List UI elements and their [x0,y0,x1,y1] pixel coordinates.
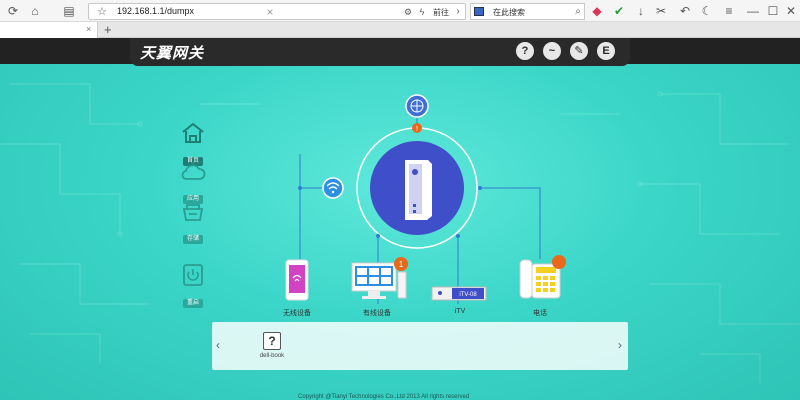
wifi-icon[interactable] [322,177,344,199]
cloud-icon [181,164,206,180]
phone-icon[interactable] [519,255,566,299]
stats-button[interactable]: ~ [543,42,561,60]
link-node-dot [456,234,460,238]
search-icon[interactable]: ⌕ [571,5,585,19]
exit-button[interactable]: E [597,42,615,60]
link-node-dot [478,186,482,190]
settings-button[interactable]: ✎ [570,42,588,60]
help-button[interactable]: ? [516,42,534,60]
home-icon [182,122,204,143]
device-name: dell-book [259,353,285,359]
app-header: 天翼网关 ? ~ ✎ E [0,38,800,66]
chevron-right-icon[interactable]: › [451,5,465,19]
svg-text:1: 1 [399,260,404,269]
compat-icon[interactable]: ⚙ [401,5,415,19]
power-icon [183,264,203,286]
tab-bar: × + [0,22,800,38]
download-icon[interactable]: ↓ [634,4,648,18]
itv-device-icon[interactable]: iTV-08 [431,286,487,301]
shield-icon[interactable]: ✔ [612,4,626,18]
home-nav-icon[interactable]: ⌂ [28,4,42,18]
router-app: 天翼网关 ? ~ ✎ E ! 1 iTV-08 首页 应用 存储 重启 无线设备… [0,38,800,400]
nav-storage-label: 存储 [182,235,203,244]
minimize-icon[interactable]: — [746,4,760,18]
nav-restart-label: 重启 [182,299,203,308]
device-carousel: ‹ ? dell-book › [212,322,628,370]
undo-icon[interactable]: ↶ [678,4,692,18]
clear-icon[interactable]: × [263,5,277,19]
new-tab-button[interactable]: + [104,22,112,37]
link-phone [480,187,541,259]
close-icon[interactable]: ✕ [784,4,798,18]
url-text[interactable]: 192.168.1.1/dumpx [117,6,194,16]
refresh-icon[interactable]: ⟳ [6,4,20,18]
brand-logo: 天翼网关 [140,45,205,62]
search-engine-icon[interactable] [474,7,484,16]
reader-icon[interactable]: ▤ [62,4,76,18]
wireless-device-icon[interactable] [285,259,309,301]
device-item[interactable]: ? dell-book [258,332,286,359]
speed-icon[interactable]: ϟ [415,5,429,19]
unknown-device-icon: ? [263,332,281,350]
nav-apps[interactable]: 应用 [176,162,210,205]
nav-restart[interactable]: 重启 [176,264,210,309]
link-node-dot [376,234,380,238]
wireless-label: 无线设备 [283,310,311,317]
header-bar: 天翼网关 ? ~ ✎ E [130,38,630,66]
nav-storage[interactable]: 存储 [176,202,210,245]
nav-home[interactable]: 首页 [176,122,210,167]
wired-label: 有线设备 [363,310,391,317]
menu-icon[interactable]: ≡ [722,4,736,18]
moon-icon[interactable]: ☾ [700,4,714,18]
itv-box-text: iTV-08 [459,292,477,298]
copyright-text: Copyright @Tianyi Technologies Co.,Ltd 2… [298,394,470,400]
go-button[interactable]: 前往 [433,7,449,18]
link-node-dot [298,186,302,190]
wired-count-badge[interactable]: 1 [394,257,408,271]
carousel-next-button[interactable]: › [618,338,622,352]
router-icon[interactable] [370,141,464,235]
tab-close-button[interactable]: × [86,24,91,34]
link-wireless [299,154,333,259]
svg-text:!: ! [416,126,418,133]
phone-label: 电话 [533,310,547,317]
itv-label: iTV [454,308,466,315]
star-icon[interactable]: ☆ [95,5,109,19]
browser-toolbar: ⟳ ⌂ ▤ ☆ 192.168.1.1/dumpx × ⚙ ϟ 前往 › 在此搜… [0,0,800,22]
maximize-icon[interactable]: ☐ [766,4,780,18]
carousel-prev-button[interactable]: ‹ [216,338,220,352]
storage-icon [182,204,204,221]
search-box[interactable]: 在此搜索 ⌕ [470,3,585,20]
tab-current[interactable]: × [0,22,98,38]
globe-icon[interactable] [405,94,429,118]
address-bar[interactable]: ☆ 192.168.1.1/dumpx × ⚙ ϟ 前往 › [88,3,466,20]
game-icon[interactable]: ◆ [590,4,604,18]
search-input[interactable]: 在此搜索 [493,7,525,18]
alert-badge[interactable]: ! [412,123,422,133]
scissors-icon[interactable]: ✂ [654,4,668,18]
